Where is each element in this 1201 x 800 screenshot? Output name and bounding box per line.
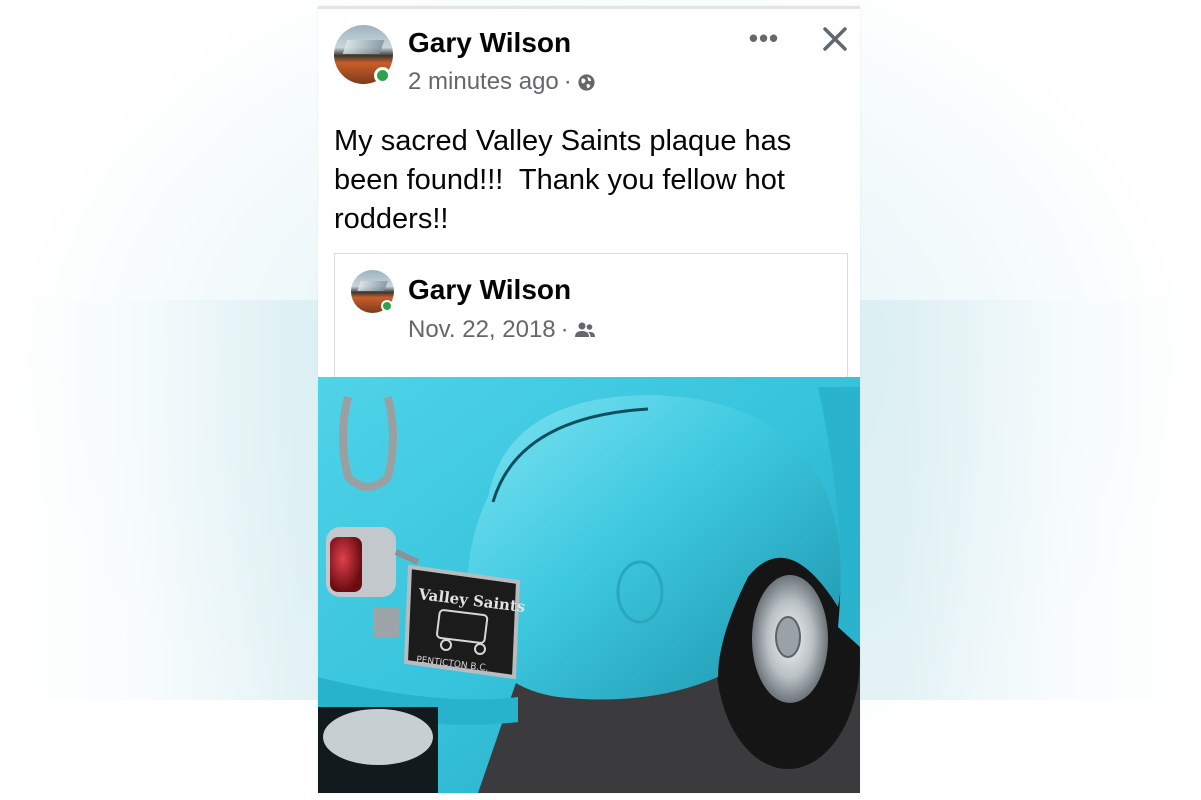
shared-post-date[interactable]: Nov. 22, 2018 <box>408 316 556 344</box>
more-options-button[interactable]: ••• <box>746 23 782 53</box>
meta-separator: · <box>563 68 572 95</box>
shared-post-author-name[interactable]: Gary Wilson <box>408 274 571 306</box>
close-button[interactable] <box>818 22 852 56</box>
facebook-post-card: Gary Wilson 2 minutes ago · ••• My sacre… <box>318 6 860 793</box>
card-top-border <box>318 6 860 9</box>
valley-saints-plaque: Valley Saints PENTICTON B.C. <box>403 564 526 680</box>
post-photo[interactable]: Valley Saints PENTICTON B.C. <box>318 377 860 793</box>
post-timestamp[interactable]: 2 minutes ago <box>408 68 559 96</box>
close-icon <box>823 27 847 51</box>
shared-meta-separator: · <box>560 316 569 343</box>
globe-icon[interactable] <box>577 73 596 92</box>
friends-icon[interactable] <box>574 321 596 339</box>
post-meta: 2 minutes ago · <box>408 68 596 96</box>
post-author-name[interactable]: Gary Wilson <box>408 27 571 59</box>
online-status-dot <box>374 67 391 84</box>
shared-post-meta: Nov. 22, 2018 · <box>408 316 596 344</box>
tail-light <box>330 537 362 592</box>
shared-online-status-dot <box>381 300 393 312</box>
post-text: My sacred Valley Saints plaque has been … <box>334 125 800 235</box>
